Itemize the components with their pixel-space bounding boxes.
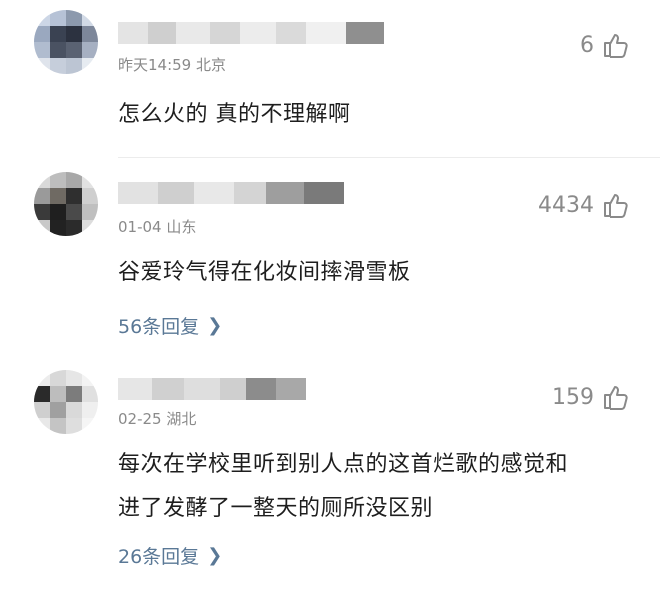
comment-meta: 01-04 山东 [118,218,197,236]
view-replies-link[interactable]: 56条回复 ❯ [118,312,222,339]
thumbs-up-icon [604,194,628,218]
comment-text-line: 谷爱玲气得在化妆间摔滑雪板 [118,260,411,285]
view-replies-link[interactable]: 26条回复 ❯ [118,542,222,569]
comment-item: 02-25 湖北 159 每次在学校里听到别人点的这首烂歌的感觉和 进了发酵了一… [0,360,660,593]
comment-item: 01-04 山东 4434 谷爱玲气得在化妆间摔滑雪板 56条回复 ❯ [0,160,660,360]
like-count: 4434 [538,192,594,218]
username-blurred[interactable] [118,182,344,204]
avatar[interactable] [34,172,98,236]
like-count: 159 [552,384,594,410]
comment-text-line: 进了发酵了一整天的厕所没区别 [118,496,434,521]
avatar[interactable] [34,10,98,74]
username-blurred[interactable] [118,378,306,400]
username-blurred[interactable] [118,22,384,44]
comment-meta: 昨天14:59 北京 [118,56,226,74]
thumbs-up-icon [604,386,628,410]
chevron-right-icon: ❯ [207,545,223,566]
like-button[interactable]: 159 [552,382,630,412]
comment-text-line: 怎么火的 真的不理解啊 [118,102,351,127]
replies-count: 26条回复 [118,546,200,568]
comment-text: 每次在学校里听到别人点的这首烂歌的感觉和 进了发酵了一整天的厕所没区别 [118,446,568,528]
chevron-right-icon: ❯ [207,315,223,336]
like-count: 6 [580,32,594,58]
like-button[interactable]: 6 [580,30,630,60]
divider [118,157,660,158]
thumbs-up-icon [604,34,628,58]
comment-text: 怎么火的 真的不理解啊 [118,96,351,134]
comment-text: 谷爱玲气得在化妆间摔滑雪板 [118,254,411,292]
replies-count: 56条回复 [118,316,200,338]
comment-text-line: 每次在学校里听到别人点的这首烂歌的感觉和 [118,452,569,477]
like-button[interactable]: 4434 [538,190,630,220]
comment-meta: 02-25 湖北 [118,410,197,428]
comment-item: 昨天14:59 北京 6 怎么火的 真的不理解啊 [0,0,660,160]
avatar[interactable] [34,370,98,434]
